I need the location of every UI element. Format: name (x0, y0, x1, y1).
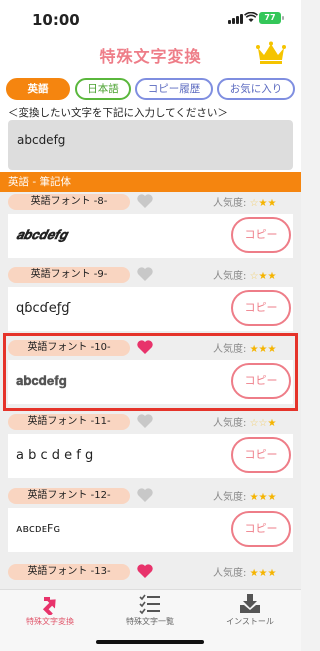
copy-button[interactable]: コピー (231, 217, 291, 253)
checklist-icon (139, 594, 160, 615)
popularity-label: 人気度: (213, 568, 247, 579)
popularity-rating: 人気度: ☆★★ (213, 267, 276, 282)
font-card: 英語フォント -12- 人気度: ★★★ ᴀʙᴄᴅᴇFɢ コピー (8, 486, 293, 554)
favorite-heart-icon[interactable] (136, 412, 154, 430)
popularity-label: 人気度: (213, 492, 247, 503)
star-icon: ★ (249, 492, 259, 503)
font-card-selected: 英語フォント -10- 人気度: ★★★ 𝐚𝐛𝐜𝐝𝐞𝐟𝐠 コピー (3, 333, 298, 411)
font-name: 英語フォント -12- (8, 488, 130, 504)
nav-label: インストール (226, 617, 274, 626)
star-icon: ★ (249, 568, 259, 579)
popularity-rating: 人気度: ★★★ (213, 564, 276, 579)
install-download-icon (240, 594, 260, 613)
tab-favorites[interactable]: お気に入り (217, 78, 295, 100)
star-icon: ☆ (258, 418, 268, 429)
tab-copy-history[interactable]: コピー履歴 (135, 78, 213, 100)
star-icon: ★ (267, 568, 277, 579)
star-icon: ★ (249, 344, 259, 355)
text-input-value: abcdefg (17, 133, 66, 147)
tab-japanese[interactable]: 日本語 (75, 78, 131, 100)
favorite-heart-icon[interactable] (136, 265, 154, 283)
font-name: 英語フォント -10- (8, 340, 130, 356)
font-card: 英語フォント -11- 人気度: ☆☆★ a b c d e f g コピー (8, 412, 293, 480)
copy-button[interactable]: コピー (231, 290, 291, 326)
wifi-icon (244, 11, 258, 26)
font-name: 英語フォント -13- (8, 564, 130, 580)
copy-button[interactable]: コピー (231, 437, 291, 473)
tab-english[interactable]: 英語 (6, 78, 70, 100)
popularity-label: 人気度: (213, 198, 247, 209)
popularity-rating: 人気度: ★★★ (213, 488, 276, 503)
font-sample: ᴀʙᴄᴅᴇFɢ (16, 522, 61, 535)
star-icon: ★ (258, 271, 268, 282)
favorite-heart-icon[interactable] (136, 338, 154, 356)
font-list[interactable]: 英語フォント -8- 人気度: ☆★★ 𝒂𝒃𝒄𝒅𝒆𝒇𝒈 コピー 英語フォント -… (0, 192, 301, 589)
popularity-label: 人気度: (213, 344, 247, 355)
nav-special-char-list[interactable]: 特殊文字一覧 (100, 590, 200, 640)
font-card: 英語フォント -8- 人気度: ☆★★ 𝒂𝒃𝒄𝒅𝒆𝒇𝒈 コピー (8, 192, 293, 260)
star-icon: ★ (267, 418, 277, 429)
font-card: 英語フォント -9- 人気度: ☆★★ ɋɓcɗeƒɠ コピー (8, 265, 293, 333)
font-sample: 𝒂𝒃𝒄𝒅𝒆𝒇𝒈 (16, 228, 68, 243)
section-header: 英語 - 筆記体 (0, 172, 301, 192)
copy-button[interactable]: コピー (231, 363, 291, 399)
font-name: 英語フォント -8- (8, 194, 130, 210)
convert-arrows-icon (42, 597, 56, 615)
star-icon: ★ (267, 271, 277, 282)
font-card: 英語フォント -13- 人気度: ★★★ (8, 562, 293, 589)
popularity-label: 人気度: (213, 271, 247, 282)
text-input[interactable]: abcdefg (8, 120, 293, 170)
font-sample: ɋɓcɗeƒɠ (16, 301, 71, 316)
star-icon: ★ (267, 344, 277, 355)
status-time: 10:00 (32, 11, 80, 29)
popularity-rating: 人気度: ☆★★ (213, 194, 276, 209)
star-icon: ★ (258, 492, 268, 503)
star-icon: ★ (258, 198, 268, 209)
star-icon: ★ (267, 492, 277, 503)
category-tabs: 英語 日本語 コピー履歴 お気に入り (0, 74, 301, 104)
popularity-rating: 人気度: ☆☆★ (213, 414, 276, 429)
star-icon: ★ (258, 568, 268, 579)
battery-tip (282, 16, 284, 20)
popularity-rating: 人気度: ★★★ (213, 340, 276, 355)
nav-label: 特殊文字変換 (26, 617, 74, 626)
nav-special-char-convert[interactable]: 特殊文字変換 (0, 590, 100, 640)
input-area: ＜変換したい文字を下記に入力してください＞ abcdefg (0, 104, 301, 172)
star-icon: ☆ (249, 198, 259, 209)
star-icon: ☆ (249, 418, 259, 429)
home-indicator[interactable] (96, 640, 204, 644)
battery-icon: 77 (259, 12, 281, 24)
nav-install[interactable]: インストール (200, 590, 300, 640)
copy-button[interactable]: コピー (231, 511, 291, 547)
font-sample: a b c d e f g (16, 448, 94, 463)
font-name: 英語フォント -9- (8, 267, 130, 283)
input-prompt: ＜変換したい文字を下記に入力してください＞ (8, 107, 228, 119)
status-bar: 10:00 77 (0, 0, 301, 38)
star-icon: ★ (258, 344, 268, 355)
font-sample: 𝐚𝐛𝐜𝐝𝐞𝐟𝐠 (16, 374, 67, 389)
favorite-heart-icon[interactable] (136, 486, 154, 504)
crown-icon[interactable] (256, 41, 286, 65)
popularity-label: 人気度: (213, 418, 247, 429)
favorite-heart-icon[interactable] (136, 192, 154, 210)
star-icon: ☆ (249, 271, 259, 282)
font-name: 英語フォント -11- (8, 414, 130, 430)
favorite-heart-icon[interactable] (136, 562, 154, 580)
star-icon: ★ (267, 198, 277, 209)
nav-label: 特殊文字一覧 (126, 617, 174, 626)
